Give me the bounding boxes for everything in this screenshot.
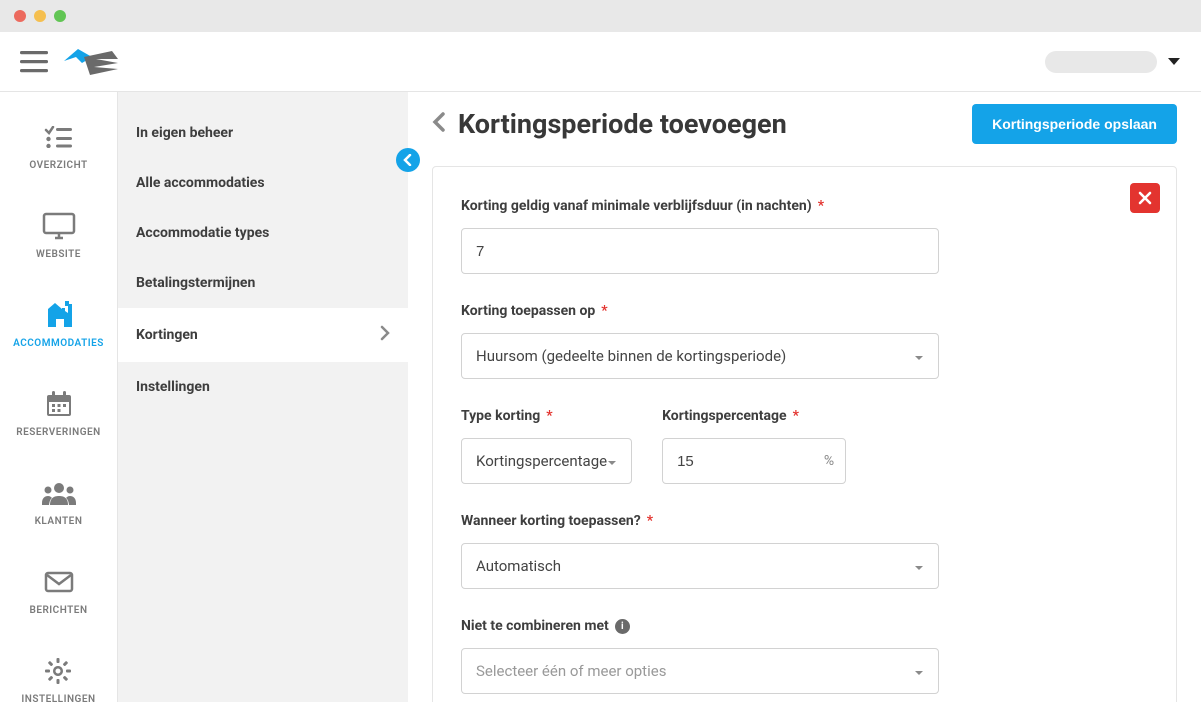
submenu-label: Kortingen <box>136 327 198 343</box>
submenu-item-betalingstermijnen[interactable]: Betalingstermijnen <box>118 258 408 308</box>
chevron-right-icon <box>380 325 390 345</box>
submenu-label: In eigen beheer <box>136 125 233 141</box>
submenu-item-kortingen[interactable]: Kortingen <box>118 308 408 362</box>
combine-label: Niet te combineren met i <box>461 618 630 634</box>
iconbar-label: WEBSITE <box>36 249 81 260</box>
iconbar-item-website[interactable]: WEBSITE <box>36 211 81 260</box>
chevron-left-icon <box>432 111 446 133</box>
submenu-label: Alle accommodaties <box>136 175 265 191</box>
min-stay-input[interactable] <box>461 228 939 274</box>
iconbar-item-klanten[interactable]: KLANTEN <box>35 478 83 527</box>
envelope-icon <box>42 567 76 597</box>
discount-period-card: Korting geldig vanaf minimale verblijfsd… <box>432 166 1177 702</box>
pct-suffix: % <box>824 453 834 469</box>
type-value: Kortingspercentage <box>476 452 607 470</box>
caret-down-icon <box>914 662 924 680</box>
min-stay-label: Korting geldig vanaf minimale verblijfsd… <box>461 198 824 214</box>
close-icon <box>1138 191 1152 205</box>
save-button[interactable]: Kortingsperiode opslaan <box>972 104 1177 144</box>
back-button[interactable] <box>432 111 446 137</box>
iconbar-item-reserveringen[interactable]: RESERVERINGEN <box>16 389 100 438</box>
submenu-label: Instellingen <box>136 379 210 395</box>
app-logo <box>62 47 118 77</box>
apply-to-value: Huursom (gedeelte binnen de kortingsperi… <box>476 347 786 365</box>
combine-placeholder: Selecteer één of meer opties <box>476 662 666 680</box>
user-menu-pill[interactable] <box>1045 51 1157 73</box>
submenu-item-instellingen[interactable]: Instellingen <box>118 362 408 412</box>
iconbar-item-overzicht[interactable]: OVERZICHT <box>29 122 87 171</box>
content-area: Kortingsperiode toevoegen Kortingsperiod… <box>408 92 1201 702</box>
submenu-label: Accommodatie types <box>136 225 269 241</box>
when-select[interactable]: Automatisch <box>461 543 939 589</box>
iconbar-item-accommodaties[interactable]: ACCOMMODATIES <box>13 300 104 349</box>
iconbar-label: RESERVERINGEN <box>16 427 100 438</box>
submenu-item-alle-accommodaties[interactable]: Alle accommodaties <box>118 158 408 208</box>
topbar <box>0 32 1201 92</box>
combine-select[interactable]: Selecteer één of meer opties <box>461 648 939 694</box>
people-icon <box>42 478 76 508</box>
collapse-submenu-button[interactable] <box>396 148 420 172</box>
monitor-icon <box>42 211 76 241</box>
window-maximize-dot[interactable] <box>54 10 66 22</box>
window-minimize-dot[interactable] <box>34 10 46 22</box>
house-icon <box>42 300 76 330</box>
caret-down-icon <box>914 557 924 575</box>
iconbar-label: INSTELLINGEN <box>21 694 95 705</box>
type-select[interactable]: Kortingspercentage <box>461 438 632 484</box>
submenu: In eigen beheer Alle accommodaties Accom… <box>118 92 408 702</box>
apply-to-label: Korting toepassen op* <box>461 303 608 319</box>
pct-label: Kortingspercentage* <box>662 408 799 424</box>
calendar-icon <box>42 389 76 419</box>
iconbar-label: OVERZICHT <box>29 160 87 171</box>
info-icon[interactable]: i <box>615 619 630 634</box>
caret-down-icon <box>914 347 924 365</box>
iconbar-label: KLANTEN <box>35 516 83 527</box>
iconbar: OVERZICHT WEBSITE ACCOMMODATIES <box>0 92 118 702</box>
window-titlebar <box>0 0 1201 32</box>
when-value: Automatisch <box>476 557 561 575</box>
when-label: Wanneer korting toepassen?* <box>461 513 653 529</box>
caret-down-icon <box>607 452 617 470</box>
gear-icon <box>41 656 75 686</box>
page-title: Kortingsperiode toevoegen <box>458 108 787 140</box>
iconbar-item-instellingen[interactable]: INSTELLINGEN <box>21 656 95 705</box>
submenu-item-in-eigen-beheer[interactable]: In eigen beheer <box>118 108 408 158</box>
iconbar-label: ACCOMMODATIES <box>13 338 104 349</box>
apply-to-select[interactable]: Huursom (gedeelte binnen de kortingsperi… <box>461 333 939 379</box>
hamburger-icon[interactable] <box>20 51 48 73</box>
iconbar-label: BERICHTEN <box>29 605 87 616</box>
caret-down-icon[interactable] <box>1167 57 1181 67</box>
checklist-icon <box>41 122 75 152</box>
submenu-label: Betalingstermijnen <box>136 275 255 291</box>
pct-input[interactable] <box>662 438 846 484</box>
remove-card-button[interactable] <box>1130 183 1160 213</box>
chevron-left-icon <box>403 154 413 166</box>
type-label: Type korting* <box>461 408 553 424</box>
submenu-item-accommodatie-types[interactable]: Accommodatie types <box>118 208 408 258</box>
iconbar-item-berichten[interactable]: BERICHTEN <box>29 567 87 616</box>
window-close-dot[interactable] <box>14 10 26 22</box>
